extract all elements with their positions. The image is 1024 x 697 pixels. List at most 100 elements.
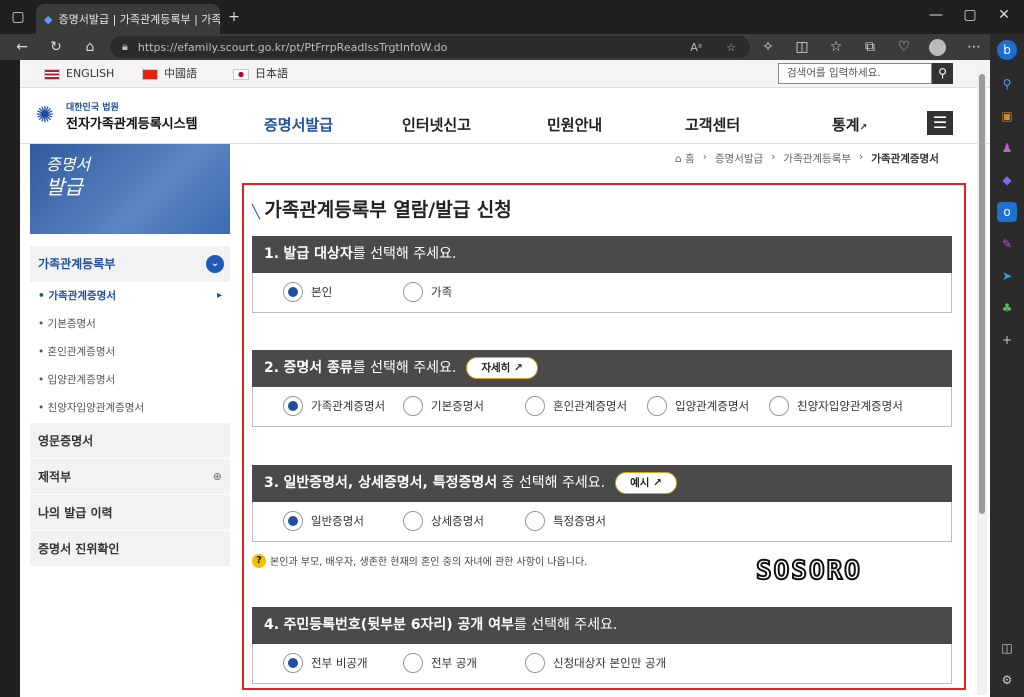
expand-icon[interactable]: ⊕: [213, 459, 222, 495]
lnb-sub-item[interactable]: • 입양관계증명서: [30, 366, 230, 394]
radio[interactable]: [283, 653, 303, 673]
lang-japanese[interactable]: 日本語: [233, 60, 288, 88]
refresh-icon[interactable]: ↻: [44, 36, 68, 58]
lnb-my-history[interactable]: 나의 발급 이력: [30, 494, 230, 530]
lnb-sub-item[interactable]: • 가족관계증명서 ▸: [30, 282, 230, 310]
radio[interactable]: [403, 511, 423, 531]
external-link-icon: ↗: [513, 362, 523, 374]
radio[interactable]: [403, 282, 423, 302]
lang-english[interactable]: ENGLISH: [44, 60, 114, 88]
radio[interactable]: [525, 511, 545, 531]
radio[interactable]: [403, 396, 423, 416]
tab-actions-icon[interactable]: ▢: [6, 6, 30, 28]
edge-sidebar: b ⚲ ▣ ♟ ◆ o ✎ ➤ ♣ + ◫ ⚙: [990, 34, 1024, 697]
option-cert[interactable]: 기본증명서: [403, 396, 484, 416]
option-type[interactable]: 일반증명서: [283, 511, 364, 531]
option-type[interactable]: 상세증명서: [403, 511, 484, 531]
favorites-icon[interactable]: ☆: [824, 36, 848, 58]
add-icon[interactable]: +: [997, 330, 1017, 350]
telegram-icon[interactable]: ➤: [997, 266, 1017, 286]
note-text: 본인과 부모, 배우자, 생존한 현재의 혼인 중의 자녀에 관한 사항이 나옵…: [270, 557, 588, 568]
lnb-sub-item[interactable]: • 기본증명서: [30, 310, 230, 338]
split-screen-icon[interactable]: ◫: [790, 36, 814, 58]
gnb-stats-label: 통계: [832, 116, 860, 134]
left-banner: 증명서 발급: [30, 144, 230, 234]
option-self[interactable]: 본인: [283, 282, 332, 302]
breadcrumb-item[interactable]: 가족관계등록부: [783, 151, 851, 166]
new-tab-icon[interactable]: +: [222, 6, 246, 28]
gnb-guide[interactable]: 민원안내: [547, 114, 602, 135]
outlook-icon[interactable]: o: [997, 202, 1017, 222]
option-disclosure[interactable]: 전부 공개: [403, 653, 477, 673]
scrollbar-thumb[interactable]: [979, 74, 985, 514]
settings-icon[interactable]: ⚙: [997, 670, 1017, 690]
lang-chinese[interactable]: 中國語: [142, 60, 197, 88]
detail-button[interactable]: 자세히 ↗: [466, 357, 538, 379]
breadcrumb-item[interactable]: 증명서발급: [715, 151, 763, 166]
breadcrumb: ⌂ 홈 › 증명서발급 › 가족관계등록부 › 가족관계증명서: [675, 151, 939, 166]
read-aloud-icon[interactable]: Aᵃ: [690, 41, 702, 54]
lnb-verify[interactable]: 증명서 진위확인: [30, 530, 230, 566]
gnb-report[interactable]: 인터넷신고: [402, 114, 471, 135]
browser-tab[interactable]: ◆ 증명서발급 | 가족관계등록부 | 가족 ✕: [36, 4, 220, 34]
shopping-icon[interactable]: ▣: [997, 106, 1017, 126]
lnb-family-register[interactable]: 가족관계등록부 ⌄: [30, 246, 230, 282]
section-4-options: 전부 비공개 전부 공개 신청대상자 본인만 공개: [252, 644, 952, 684]
radio[interactable]: [769, 396, 789, 416]
radio[interactable]: [647, 396, 667, 416]
collections-icon[interactable]: ⧉: [858, 36, 882, 58]
designer-icon[interactable]: ✎: [997, 234, 1017, 254]
lnb-english-cert[interactable]: 영문증명서: [30, 422, 230, 458]
home-icon[interactable]: ⌂: [78, 36, 102, 58]
copilot-icon[interactable]: b: [997, 40, 1017, 60]
lnb-sub-item[interactable]: • 혼인관계증명서: [30, 338, 230, 366]
example-button[interactable]: 예시 ↗: [615, 472, 677, 494]
radio[interactable]: [283, 511, 303, 531]
radio[interactable]: [283, 282, 303, 302]
radio[interactable]: [525, 653, 545, 673]
radio[interactable]: [283, 396, 303, 416]
option-label: 일반증명서: [311, 514, 364, 528]
search-icon[interactable]: ⚲: [997, 74, 1017, 94]
option-disclosure[interactable]: 신청대상자 본인만 공개: [525, 653, 666, 673]
menu-icon[interactable]: ☰: [927, 111, 953, 135]
close-window-icon[interactable]: ✕: [992, 4, 1016, 26]
option-cert[interactable]: 친양자입양관계증명서: [769, 396, 903, 416]
radio[interactable]: [525, 396, 545, 416]
minimize-icon[interactable]: —: [924, 4, 948, 26]
health-icon[interactable]: ♡: [892, 36, 916, 58]
gnb-support[interactable]: 고객센터: [685, 114, 740, 135]
option-cert[interactable]: 가족관계증명서: [283, 396, 385, 416]
site-logo[interactable]: ✺ 대한민국 법원 전자가족관계등록시스템: [30, 100, 198, 132]
option-type[interactable]: 특정증명서: [525, 511, 606, 531]
sidebar-layout-icon[interactable]: ◫: [997, 638, 1017, 658]
tools-icon[interactable]: ♟: [997, 138, 1017, 158]
option-cert[interactable]: 혼인관계증명서: [525, 396, 627, 416]
lnb-sub-label: 가족관계증명서: [48, 290, 116, 302]
more-icon[interactable]: ⋯: [962, 36, 986, 58]
avatar[interactable]: [929, 39, 946, 56]
radio[interactable]: [403, 653, 423, 673]
search-button-icon[interactable]: ⚲: [932, 63, 953, 84]
section-4-header: 4. 주민등록번호(뒷부분 6자리) 공개 여부를 선택해 주세요.: [252, 607, 952, 644]
back-icon[interactable]: ←: [10, 36, 34, 58]
option-label: 친양자입양관계증명서: [797, 399, 903, 413]
games-icon[interactable]: ◆: [997, 170, 1017, 190]
tree-icon[interactable]: ♣: [997, 298, 1017, 318]
breadcrumb-home[interactable]: ⌂ 홈: [675, 151, 695, 166]
bookmark-star-icon[interactable]: ☆: [726, 41, 736, 54]
option-disclosure[interactable]: 전부 비공개: [283, 653, 368, 673]
address-bar[interactable]: 🔒︎ https://efamily.scourt.go.kr/pt/PtFrr…: [110, 36, 750, 58]
gnb-issue[interactable]: 증명서발급: [264, 114, 333, 135]
extensions-icon[interactable]: ✧: [756, 36, 780, 58]
option-cert[interactable]: 입양관계증명서: [647, 396, 749, 416]
page-scrollbar[interactable]: [977, 62, 987, 695]
section-1-header: 1. 발급 대상자를 선택해 주세요.: [252, 236, 952, 273]
search-input[interactable]: 검색어를 입력하세요.: [778, 63, 932, 84]
lnb-removed-register[interactable]: 제적부 ⊕: [30, 458, 230, 494]
lnb-sub-item[interactable]: • 친양자입양관계증명서: [30, 394, 230, 422]
maximize-icon[interactable]: ▢: [958, 4, 982, 26]
option-family[interactable]: 가족: [403, 282, 452, 302]
collapse-icon[interactable]: ⌄: [206, 255, 224, 273]
gnb-stats[interactable]: 통계↗: [832, 114, 867, 135]
